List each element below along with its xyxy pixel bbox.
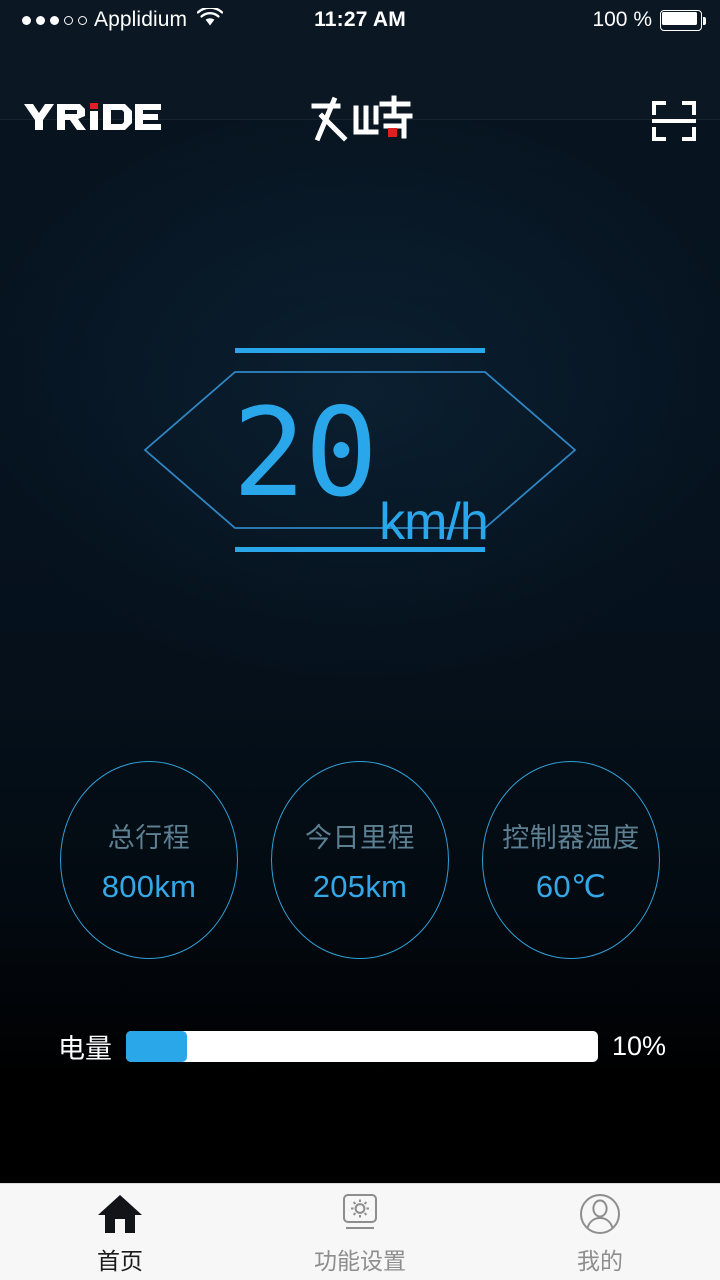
- settings-gear-icon: [338, 1192, 382, 1236]
- battery-percent-text: 10%: [611, 1030, 667, 1061]
- status-bar: Applidium 11:27 AM 100 %: [0, 0, 720, 40]
- scan-qr-icon: [652, 101, 696, 141]
- yrider-logo: [22, 100, 162, 134]
- stat-circles: 总行程 800km 今日里程 205km 控制器温度 60℃: [60, 760, 660, 960]
- stat-label: 控制器温度: [502, 822, 640, 853]
- stat-value: 205km: [312, 868, 408, 904]
- home-icon: [97, 1192, 143, 1236]
- stat-controller-temperature[interactable]: 控制器温度 60℃: [482, 761, 660, 959]
- stat-value: 60℃: [535, 868, 607, 904]
- battery-progress-bar: [126, 1030, 598, 1062]
- battery-full-icon: [660, 9, 706, 31]
- stat-label: 总行程: [107, 822, 191, 853]
- speedometer: 20 km/h: [120, 335, 600, 565]
- scan-qr-button[interactable]: [650, 98, 698, 144]
- battery-progress-fill: [126, 1030, 188, 1062]
- tab-mine[interactable]: 我的: [480, 1184, 720, 1280]
- status-bar-right: 100 %: [592, 0, 706, 40]
- speed-value: 20: [232, 382, 378, 524]
- stat-value: 800km: [101, 868, 197, 904]
- person-avatar-icon: [578, 1192, 622, 1236]
- battery-level-row: 电量 10%: [58, 1028, 666, 1064]
- tab-label: 我的: [577, 1248, 623, 1274]
- speed-readout: 20 km/h: [120, 338, 600, 568]
- tab-home[interactable]: 首页: [0, 1184, 240, 1280]
- screen-background: [0, 0, 720, 1183]
- app-root: Applidium 11:27 AM 100 % 20 km/h 总行程 800…: [0, 0, 720, 1280]
- tab-label: 功能设置: [314, 1248, 406, 1274]
- stat-label: 今日里程: [305, 822, 415, 853]
- battery-percent-label: 100 %: [592, 8, 652, 31]
- speed-unit: km/h: [379, 493, 489, 551]
- tab-function-settings[interactable]: 功能设置: [240, 1184, 480, 1280]
- bottom-tab-bar: 首页 功能设置 我的: [0, 1183, 720, 1280]
- battery-label: 电量: [58, 1033, 112, 1064]
- stat-total-mileage[interactable]: 总行程 800km: [60, 761, 238, 959]
- app-header: [0, 40, 720, 142]
- stat-today-mileage[interactable]: 今日里程 205km: [271, 761, 449, 959]
- tab-label: 首页: [97, 1248, 143, 1274]
- brand-center-logo: [300, 90, 420, 150]
